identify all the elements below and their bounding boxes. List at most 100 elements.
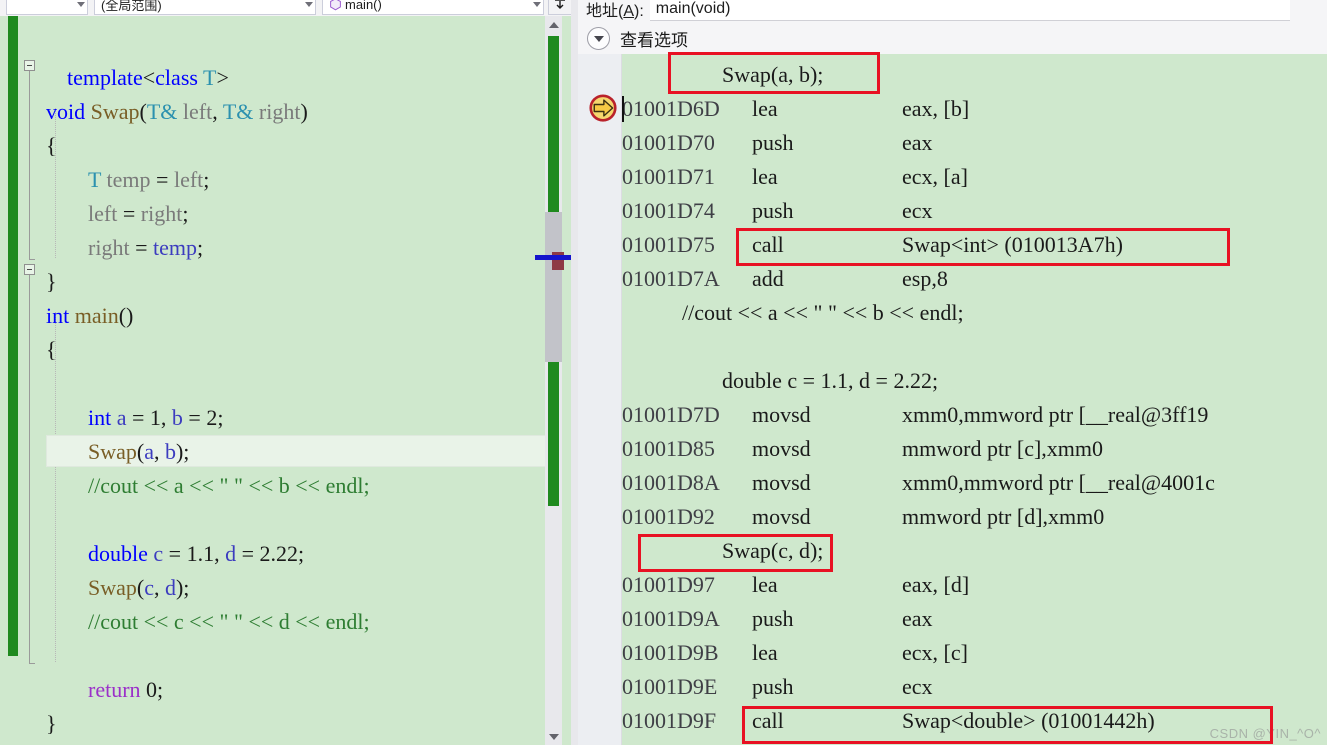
code-line[interactable]: { [46,333,57,367]
code-token: int [88,405,112,430]
code-line[interactable]: template<class T> [46,61,229,95]
disassembly-instruction-row[interactable]: 01001D9A push eax [622,602,933,636]
code-line[interactable]: } [46,707,57,741]
disassembly-instruction-row[interactable]: 01001D9B lea ecx, [c] [622,636,968,670]
disassembly-instruction-row[interactable]: 01001D85 movsd mmword ptr [c],xmm0 [622,432,1103,466]
code-line[interactable]: int main() [46,299,133,333]
view-options-row[interactable]: 查看选项 [578,22,1327,55]
disassembly-gutter[interactable] [578,54,622,745]
collapse-all-icon [555,0,565,9]
source-text: Swap(a, b); [722,62,824,87]
code-line[interactable]: Swap(c, d); [46,571,189,605]
instruction-address: 01001D97 [622,572,715,597]
code-line[interactable]: //cout << a << " " << b << endl; [46,469,370,503]
watermark: CSDN @YIN_^O^ [1209,726,1321,741]
code-token: left [173,167,204,192]
disassembly-source-line: //cout << a << " " << b << endl; [622,296,964,330]
code-folding-column[interactable] [22,16,46,745]
instruction-operands: eax [902,130,933,155]
code-token: , [214,541,226,566]
chevron-down-circle-icon[interactable] [587,26,610,50]
address-input[interactable]: main(void) [649,0,1290,21]
code-token: void [46,99,86,124]
code-line[interactable] [46,367,88,401]
disassembly-instruction-row[interactable]: 01001D92 movsd mmword ptr [d],xmm0 [622,500,1104,534]
source-code-editor[interactable]: template<class T> void Swap(T& left, T& r… [0,16,578,745]
code-token: temp [152,235,197,260]
disassembly-instruction-row[interactable]: 01001D8A movsd xmm0,mmword ptr [__real@400… [622,466,1215,500]
scroll-down-button[interactable] [545,728,562,745]
fold-toggle-swap[interactable] [24,60,35,71]
view-options-label: 查看选项 [620,30,688,50]
instruction-address: 01001D6D [622,96,720,121]
code-line[interactable]: { [46,129,57,163]
disassembly-listing[interactable]: Swap(a, b); 01001D6D lea eax, [b] 01001D70 pu… [578,54,1327,745]
instruction-operands: mmword ptr [d],xmm0 [902,504,1105,529]
code-line[interactable]: return 0; [46,673,163,707]
instruction-address: 01001D9E [622,674,718,699]
source-text: //cout << a << " " << b << endl; [682,300,964,325]
code-token: ; [217,405,224,430]
scope-dropdown[interactable]: (全局范围) [94,0,316,15]
code-token: int [46,303,70,328]
code-line[interactable]: right = temp; [46,231,203,265]
code-token: ); [175,575,190,600]
disassembly-instruction-row[interactable]: 01001D97 lea eax, [d] [622,568,969,602]
fold-toggle-main[interactable] [24,264,35,275]
code-line[interactable]: T temp = left; [46,163,209,197]
symbol-dropdown[interactable]: main() [322,0,544,15]
source-text: double c = 1.1, d = 2.22; [722,368,939,393]
chevron-down-icon [77,1,85,7]
editor-vertical-scrollbar[interactable] [535,16,573,745]
code-token: main [74,303,119,328]
project-scope-dropdown[interactable] [6,0,88,15]
instruction-address: 01001D85 [622,436,715,461]
code-line[interactable]: void Swap(T& left, T& right) [46,95,308,129]
code-token: 2.22 [259,541,299,566]
code-token: = [117,201,141,226]
instruction-address: 01001D74 [622,198,715,223]
code-line[interactable]: } [46,265,57,299]
scrollbar-thumb[interactable] [535,212,573,362]
scroll-up-button[interactable] [545,16,562,33]
code-token: ; [182,201,189,226]
instruction-mnemonic: movsd [752,470,811,495]
disassembly-instruction-row[interactable]: 01001D71 lea ecx, [a] [622,160,968,194]
instruction-address: 01001D75 [622,232,715,257]
code-token: T& [222,99,254,124]
instruction-address: 01001D7D [622,402,720,427]
instruction-operands: ecx [902,674,933,699]
collapse-all-button[interactable] [548,0,572,15]
code-token: { [46,337,57,362]
scope-label: (全局范围) [101,0,162,13]
code-line[interactable]: left = right; [46,197,188,231]
code-token: template [67,65,143,90]
disassembly-instruction-row[interactable]: 01001D74 push ecx [622,194,933,228]
disassembly-instruction-row[interactable]: 01001D9E push ecx [622,670,933,704]
chevron-down-icon [593,35,604,42]
code-token: ) [300,99,308,124]
code-line[interactable]: double c = 1.1, d = 2.22; [46,537,304,571]
disassembly-instruction-row[interactable]: 01001D6D lea eax, [b] [622,92,969,126]
instruction-operands: esp,8 [902,266,948,291]
code-token: } [46,711,57,736]
code-token: Swap [90,99,140,124]
disassembly-instruction-row[interactable]: 01001D9F call Swap<double> (01001442h) [622,704,1155,738]
code-token: = [236,541,260,566]
disassembly-instruction-row[interactable]: 01001D7A add esp,8 [622,262,948,296]
pane-splitter[interactable] [571,0,578,745]
address-input-value: main(void) [655,0,731,17]
code-token: right [88,235,130,260]
code-line[interactable] [46,503,88,537]
disassembly-instruction-row[interactable]: 01001D70 push eax [622,126,933,160]
instruction-mnemonic: add [752,266,784,291]
code-line[interactable]: //cout << c << " " << d << endl; [46,605,370,639]
code-token: ; [157,677,164,702]
code-line[interactable] [46,639,88,673]
disassembly-instruction-row[interactable]: 01001D7D movsd xmm0,mmword ptr [__real@3ff… [622,398,1208,432]
code-line[interactable]: int a = 1, b = 2; [46,401,223,435]
disassembly-instruction-row[interactable]: 01001D75 call Swap<int> (010013A7h) [622,228,1123,262]
code-token: d [225,541,237,566]
code-line[interactable]: Swap(a, b); [46,435,189,469]
instruction-mnemonic: push [752,198,794,223]
